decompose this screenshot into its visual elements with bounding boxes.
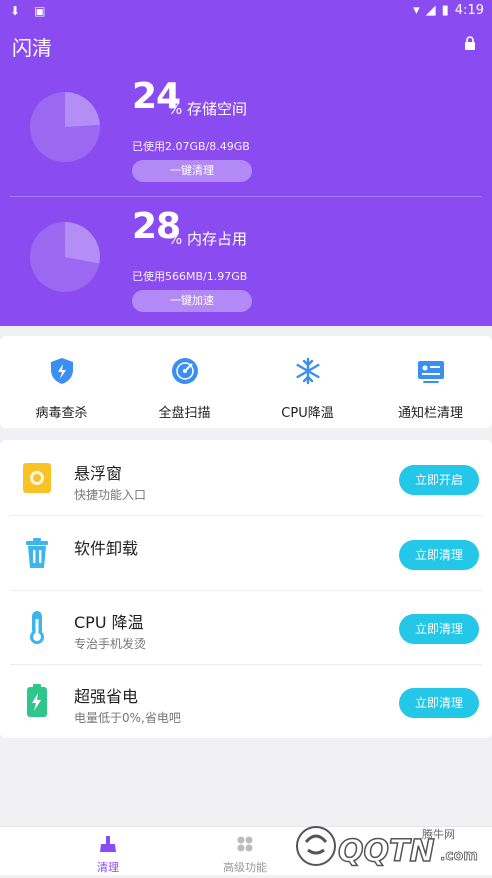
trash-icon — [26, 538, 48, 568]
feature-title: 悬浮窗 — [74, 464, 123, 483]
uninstall-clean-button[interactable]: 立即清理 — [399, 540, 479, 570]
radar-icon — [171, 358, 198, 384]
battery-status-icon: ▮ — [441, 3, 449, 18]
feature-list: 悬浮窗 快捷功能入口 立即开启 软件卸载 立即清理 CPU 降温 专治手机发烫 … — [0, 440, 492, 738]
feature-title: CPU 降温 — [74, 613, 144, 632]
quick-action-label: 病毒查杀 — [35, 406, 88, 421]
watermark-suffix: .com — [440, 848, 479, 865]
power-save-button[interactable]: 立即清理 — [399, 688, 479, 718]
floating-window-icon — [23, 463, 51, 493]
list-item: CPU 降温 专治手机发烫 立即清理 — [0, 591, 492, 665]
storage-pie-chart — [30, 92, 100, 162]
quick-action-virus-scan[interactable]: 病毒查杀 — [0, 356, 123, 421]
status-time: 4:19 — [454, 3, 484, 18]
watermark-logo: 腾牛网 QQTN .com — [294, 820, 484, 874]
feature-title: 超强省电 — [74, 687, 139, 706]
broom-icon — [100, 836, 116, 852]
watermark-text: QQTN — [337, 833, 435, 870]
storage-used-slice — [65, 92, 100, 127]
memory-pie-chart — [30, 222, 100, 292]
list-item: 超强省电 电量低于0%,省电吧 立即清理 — [0, 665, 492, 739]
grid-icon — [237, 836, 253, 852]
list-item: 悬浮窗 快捷功能入口 立即开启 — [0, 442, 492, 516]
memory-used-slice — [65, 222, 100, 264]
shield-icon — [50, 358, 73, 384]
storage-used: 已使用2.07GB/8.49GB — [132, 140, 250, 153]
quick-actions: 病毒查杀 全盘扫描 CPU降温 通知栏清理 — [0, 336, 492, 428]
wifi-icon: ▾ — [413, 3, 420, 18]
feature-subtitle: 电量低于0%,省电吧 — [74, 711, 181, 725]
storage-label: % 存储空间 — [168, 100, 248, 118]
feature-subtitle: 专治手机发烫 — [74, 637, 147, 651]
battery-icon — [27, 684, 47, 717]
download-icon: ⬇ — [10, 4, 21, 18]
divider — [10, 515, 482, 516]
summary-header: 闪清 24 % 存储空间 已使用2.07GB/8.49GB 一键清理 28 % … — [0, 24, 492, 326]
app-notification-icon: ▣ — [34, 4, 46, 18]
memory-label: % 内存占用 — [168, 230, 248, 248]
snowflake-icon — [295, 357, 320, 385]
quick-action-notification-clean[interactable]: 通知栏清理 — [369, 356, 492, 421]
clean-storage-button[interactable]: 一键清理 — [132, 160, 252, 182]
tab-clean[interactable]: 清理 — [38, 835, 178, 875]
enable-floating-window-button[interactable]: 立即开启 — [399, 465, 479, 495]
feature-subtitle: 快捷功能入口 — [74, 488, 147, 502]
status-bar: ⬇ ▣ ▾ ◢ ▮ 4:19 — [0, 0, 492, 24]
memory-panel: 28 % 内存占用 已使用566MB/1.97GB 一键加速 — [0, 196, 492, 326]
notification-card-icon — [417, 361, 444, 383]
app-title: 闪清 — [12, 36, 52, 60]
quick-action-label: 通知栏清理 — [397, 406, 463, 421]
memory-used: 已使用566MB/1.97GB — [132, 270, 248, 283]
quick-action-label: 全盘扫描 — [158, 406, 211, 421]
feature-title: 软件卸载 — [74, 539, 139, 558]
tab-label: 清理 — [97, 861, 119, 874]
cpu-cool-button[interactable]: 立即清理 — [399, 614, 479, 644]
quick-action-full-scan[interactable]: 全盘扫描 — [123, 356, 246, 421]
quick-action-cpu-cool[interactable]: CPU降温 — [246, 356, 369, 421]
thermometer-icon — [30, 611, 44, 644]
quick-action-label: CPU降温 — [281, 406, 334, 421]
lock-icon[interactable] — [463, 36, 477, 50]
signal-icon: ◢ — [425, 3, 436, 18]
list-item: 软件卸载 立即清理 — [0, 517, 492, 591]
storage-panel: 24 % 存储空间 已使用2.07GB/8.49GB 一键清理 — [0, 66, 492, 196]
accelerate-memory-button[interactable]: 一键加速 — [132, 290, 252, 312]
